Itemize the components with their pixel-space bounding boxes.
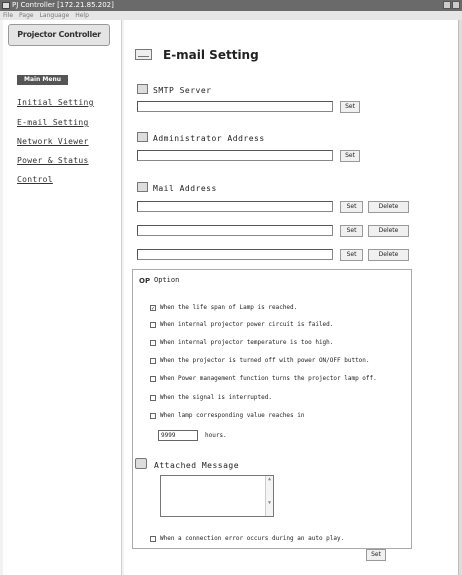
- option-checkbox-signal-interrupted[interactable]: [150, 395, 156, 401]
- option-label-power-button: When the projector is turned off with po…: [160, 357, 370, 364]
- option-label-lamp-life: When the life span of Lamp is reached.: [160, 304, 298, 311]
- administrator-set-button[interactable]: Set: [340, 150, 360, 162]
- mail-address-label: Mail Address: [153, 184, 217, 193]
- smtp-server-input[interactable]: [137, 101, 333, 112]
- connection-error-checkbox[interactable]: [150, 536, 156, 542]
- sidebar-link-initial-setting[interactable]: Initial Setting: [17, 98, 94, 107]
- attached-message-icon: [135, 458, 147, 469]
- option-checkbox-temperature[interactable]: [150, 340, 156, 346]
- option-checkbox-power-button[interactable]: [150, 358, 156, 364]
- smtp-set-button[interactable]: Set: [340, 101, 360, 113]
- menu-file[interactable]: File: [3, 12, 13, 19]
- window-title: PJ Controller [172.21.85.202]: [12, 1, 114, 9]
- option-checkbox-power-circuit[interactable]: [150, 322, 156, 328]
- mail-set-button-1[interactable]: Set: [340, 201, 363, 213]
- option-checkbox-lamp-life[interactable]: ✓: [150, 305, 156, 312]
- mail-delete-button-3[interactable]: Delete: [368, 249, 409, 261]
- minimize-icon[interactable]: [443, 1, 451, 9]
- mail-delete-button-1[interactable]: Delete: [368, 201, 409, 213]
- smtp-server-label: SMTP Server: [153, 86, 212, 95]
- window-titlebar: PJ Controller [172.21.85.202]: [0, 0, 462, 11]
- main-menu-badge: Main Menu: [17, 75, 68, 85]
- attached-message-textarea[interactable]: ▲ ▼: [160, 475, 274, 517]
- mail-address-icon: [137, 182, 148, 192]
- menu-bar: File Page Language Help: [0, 11, 462, 20]
- lamp-hours-input[interactable]: 9999: [158, 430, 198, 441]
- page-title: E-mail Setting: [163, 48, 259, 62]
- option-checkbox-power-management[interactable]: [150, 376, 156, 382]
- option-label-lamp-value: When lamp corresponding value reaches in: [160, 412, 305, 419]
- mail-address-input-3[interactable]: [137, 249, 333, 260]
- mail-address-input-1[interactable]: [137, 201, 333, 212]
- sidebar-link-email-setting[interactable]: E-mail Setting: [17, 118, 89, 127]
- app-icon: [2, 2, 10, 9]
- menu-help[interactable]: Help: [75, 12, 89, 19]
- option-icon: OP: [139, 277, 151, 285]
- mail-set-button-3[interactable]: Set: [340, 249, 363, 261]
- option-label-temperature: When internal projector temperature is t…: [160, 339, 334, 346]
- option-label-power-management: When Power management function turns the…: [160, 375, 377, 382]
- option-label-signal-interrupted: When the signal is interrupted.: [160, 394, 272, 401]
- smtp-server-icon: [137, 84, 148, 94]
- administrator-address-input[interactable]: [137, 150, 333, 161]
- page-scrollbar[interactable]: [458, 20, 462, 575]
- menu-language[interactable]: Language: [40, 12, 70, 19]
- mail-set-button-2[interactable]: Set: [340, 225, 363, 237]
- hours-label: hours.: [205, 432, 227, 439]
- sidebar-link-network-viewer[interactable]: Network Viewer: [17, 137, 89, 146]
- message-scrollbar[interactable]: ▲ ▼: [265, 476, 273, 516]
- mail-delete-button-2[interactable]: Delete: [368, 225, 409, 237]
- option-set-button[interactable]: Set: [366, 549, 386, 561]
- menu-page[interactable]: Page: [19, 12, 34, 19]
- connection-error-label: When a connection error occurs during an…: [160, 535, 345, 542]
- administrator-address-icon: [137, 132, 148, 142]
- sidebar-link-control[interactable]: Control: [17, 175, 53, 184]
- projector-controller-logo: Projector Controller: [8, 24, 110, 46]
- option-title: Option: [154, 276, 180, 284]
- sidebar-link-power-status[interactable]: Power & Status: [17, 156, 89, 165]
- email-setting-icon: [135, 49, 152, 60]
- mail-address-input-2[interactable]: [137, 225, 333, 236]
- attached-message-label: Attached Message: [154, 461, 240, 470]
- administrator-address-label: Administrator Address: [153, 134, 265, 143]
- maximize-icon[interactable]: [452, 1, 460, 9]
- option-label-power-circuit: When internal projector power circuit is…: [160, 321, 334, 328]
- option-checkbox-lamp-value[interactable]: [150, 413, 156, 419]
